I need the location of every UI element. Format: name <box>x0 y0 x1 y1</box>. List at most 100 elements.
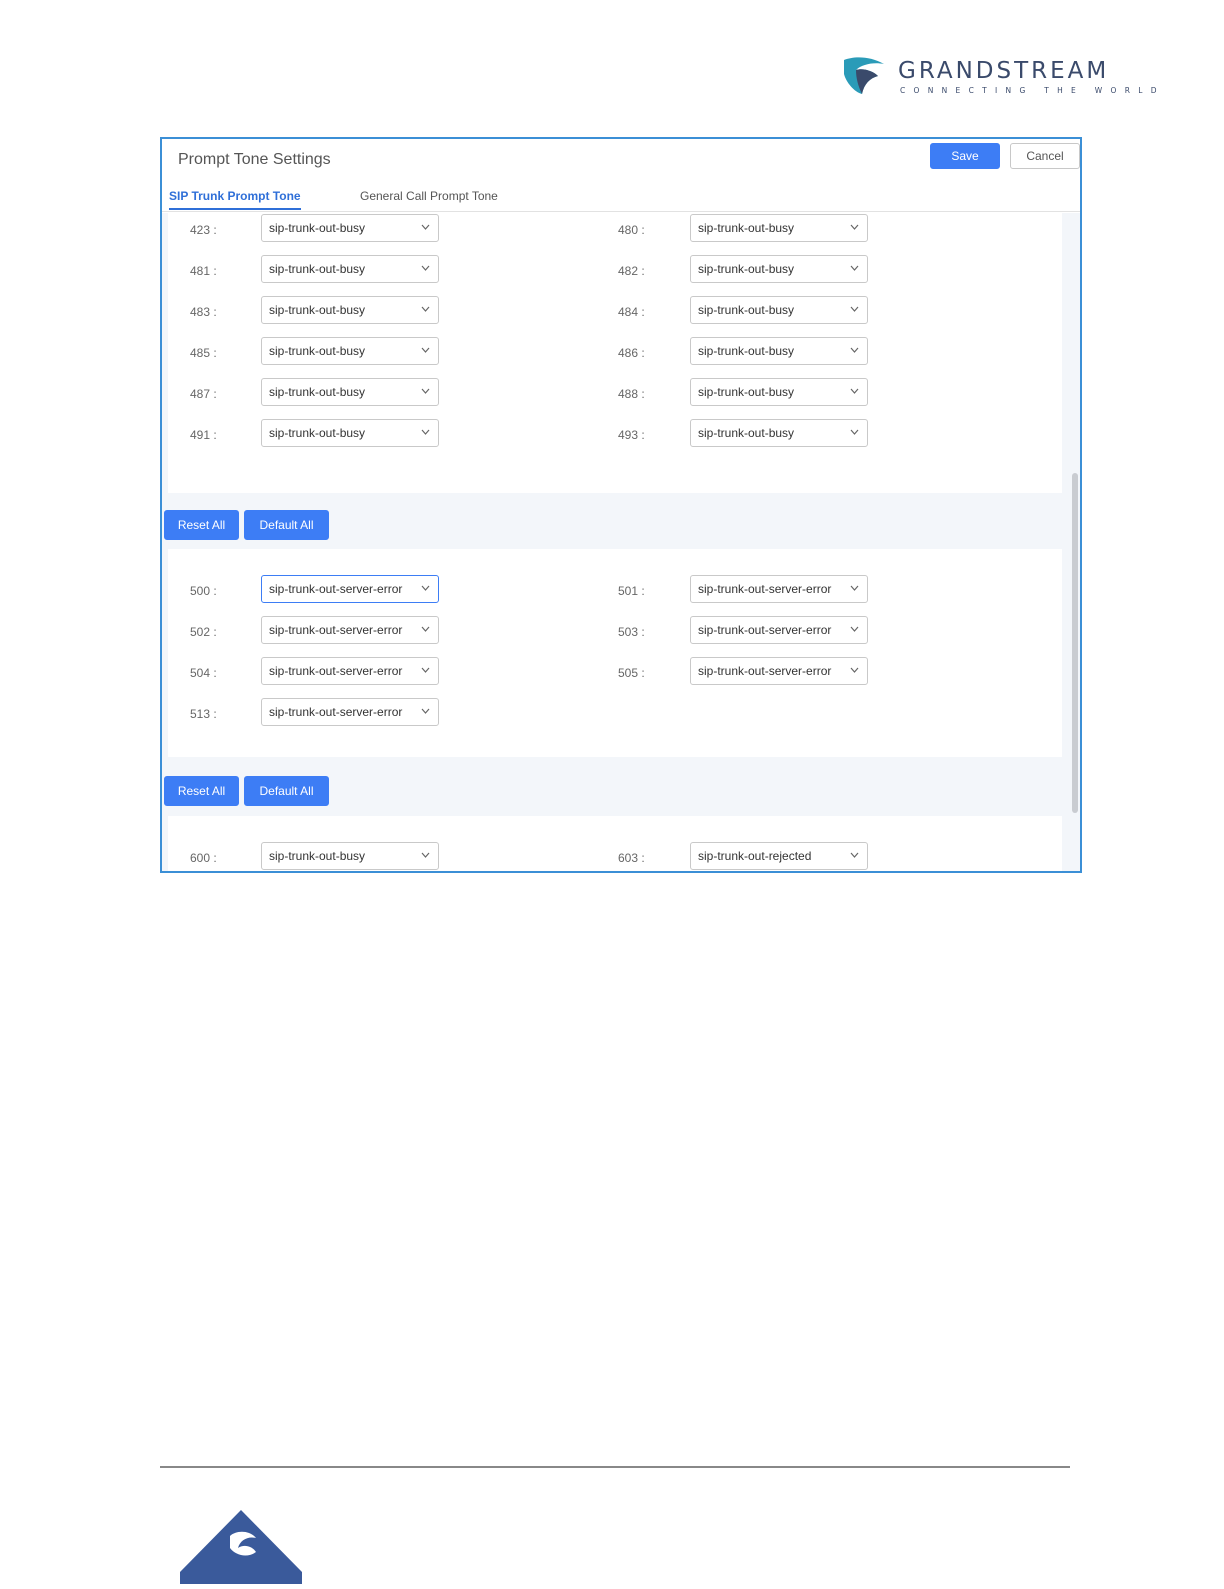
tone-select[interactable]: sip-trunk-out-busy <box>261 255 439 283</box>
chevron-down-icon <box>850 852 859 858</box>
code-label: 603 : <box>618 851 645 865</box>
scrollbar-thumb[interactable] <box>1072 473 1078 813</box>
select-value: sip-trunk-out-server-error <box>698 664 832 678</box>
select-value: sip-trunk-out-busy <box>269 849 366 863</box>
code-label: 491 : <box>190 428 217 442</box>
select-value: sip-trunk-out-busy <box>269 344 366 358</box>
panel-4xx: 423 : sip-trunk-out-busy 480 : sip-trunk… <box>168 213 1062 493</box>
select-value: sip-trunk-out-busy <box>698 385 795 399</box>
chevron-down-icon <box>850 224 859 230</box>
code-label: 484 : <box>618 305 645 319</box>
code-label: 493 : <box>618 428 645 442</box>
chevron-down-icon <box>850 388 859 394</box>
default-all-button[interactable]: Default All <box>244 510 329 540</box>
chevron-down-icon <box>850 585 859 591</box>
code-label: 501 : <box>618 584 645 598</box>
select-value: sip-trunk-out-busy <box>269 303 366 317</box>
tone-select[interactable]: sip-trunk-out-busy <box>261 337 439 365</box>
grandstream-logo: GRANDSTREAM CONNECTING THE WORLD <box>840 56 1170 100</box>
tone-select[interactable]: sip-trunk-out-busy <box>261 419 439 447</box>
footer-divider <box>160 1466 1070 1468</box>
chevron-down-icon <box>421 347 430 353</box>
chevron-down-icon <box>421 265 430 271</box>
chevron-down-icon <box>421 585 430 591</box>
code-label: 486 : <box>618 346 645 360</box>
tone-select[interactable]: sip-trunk-out-busy <box>690 419 868 447</box>
select-value: sip-trunk-out-busy <box>269 385 366 399</box>
select-value: sip-trunk-out-server-error <box>269 623 403 637</box>
code-label: 504 : <box>190 666 217 680</box>
dialog-title: Prompt Tone Settings <box>178 151 331 168</box>
select-value: sip-trunk-out-busy <box>269 221 366 235</box>
code-label: 600 : <box>190 851 217 865</box>
tone-select[interactable]: sip-trunk-out-busy <box>690 296 868 324</box>
chevron-down-icon <box>850 347 859 353</box>
tone-select[interactable]: sip-trunk-out-busy <box>690 378 868 406</box>
chevron-down-icon <box>421 224 430 230</box>
tone-select[interactable]: sip-trunk-out-busy <box>261 842 439 870</box>
tone-select[interactable]: sip-trunk-out-server-error <box>690 616 868 644</box>
brand-tagline: CONNECTING THE WORLD <box>900 86 1165 95</box>
chevron-down-icon <box>850 429 859 435</box>
prompt-tone-settings-dialog: Prompt Tone Settings Save Cancel SIP Tru… <box>160 137 1082 873</box>
default-all-button[interactable]: Default All <box>244 776 329 806</box>
chevron-down-icon <box>421 708 430 714</box>
chevron-down-icon <box>421 626 430 632</box>
tone-select[interactable]: sip-trunk-out-server-error <box>261 698 439 726</box>
chevron-down-icon <box>850 306 859 312</box>
tone-select[interactable]: sip-trunk-out-server-error <box>261 616 439 644</box>
tone-select[interactable]: sip-trunk-out-busy <box>690 337 868 365</box>
tone-select[interactable]: sip-trunk-out-busy <box>690 255 868 283</box>
settings-content: 423 : sip-trunk-out-busy 480 : sip-trunk… <box>162 213 1080 871</box>
save-button[interactable]: Save <box>930 143 1000 169</box>
chevron-down-icon <box>421 429 430 435</box>
chevron-down-icon <box>850 265 859 271</box>
tone-select[interactable]: sip-trunk-out-busy <box>261 214 439 242</box>
select-value: sip-trunk-out-server-error <box>269 705 403 719</box>
reset-all-button[interactable]: Reset All <box>164 776 239 806</box>
grandstream-triangle-logo-icon <box>180 1510 302 1584</box>
code-label: 487 : <box>190 387 217 401</box>
brand-name: GRANDSTREAM <box>898 58 1110 84</box>
chevron-down-icon <box>850 667 859 673</box>
select-value: sip-trunk-out-server-error <box>269 664 403 678</box>
grandstream-logo-icon <box>844 57 884 94</box>
code-label: 488 : <box>618 387 645 401</box>
tone-select[interactable]: sip-trunk-out-server-error <box>261 575 439 603</box>
tone-select[interactable]: sip-trunk-out-server-error <box>690 575 868 603</box>
select-value: sip-trunk-out-rejected <box>698 849 812 863</box>
tone-select[interactable]: sip-trunk-out-busy <box>261 296 439 324</box>
tab-general-call-prompt-tone[interactable]: General Call Prompt Tone <box>360 189 498 208</box>
reset-all-button[interactable]: Reset All <box>164 510 239 540</box>
tone-select[interactable]: sip-trunk-out-busy <box>690 214 868 242</box>
code-label: 423 : <box>190 223 217 237</box>
tone-select[interactable]: sip-trunk-out-server-error <box>261 657 439 685</box>
code-label: 503 : <box>618 625 645 639</box>
select-value: sip-trunk-out-busy <box>698 221 795 235</box>
chevron-down-icon <box>850 626 859 632</box>
code-label: 500 : <box>190 584 217 598</box>
select-value: sip-trunk-out-busy <box>698 262 795 276</box>
tone-select[interactable]: sip-trunk-out-busy <box>261 378 439 406</box>
select-value: sip-trunk-out-busy <box>269 262 366 276</box>
select-value: sip-trunk-out-server-error <box>269 582 403 596</box>
select-value: sip-trunk-out-server-error <box>698 582 832 596</box>
panel-5xx: 500 : sip-trunk-out-server-error 501 : s… <box>168 549 1062 757</box>
select-value: sip-trunk-out-busy <box>698 344 795 358</box>
select-value: sip-trunk-out-busy <box>698 426 795 440</box>
code-label: 480 : <box>618 223 645 237</box>
code-label: 505 : <box>618 666 645 680</box>
footer-logo <box>180 1510 302 1589</box>
code-label: 502 : <box>190 625 217 639</box>
select-value: sip-trunk-out-busy <box>269 426 366 440</box>
cancel-button[interactable]: Cancel <box>1010 143 1080 169</box>
tone-select[interactable]: sip-trunk-out-rejected <box>690 842 868 870</box>
chevron-down-icon <box>421 667 430 673</box>
code-label: 482 : <box>618 264 645 278</box>
tab-sip-trunk-prompt-tone[interactable]: SIP Trunk Prompt Tone <box>169 189 301 210</box>
panel-6xx: 600 : sip-trunk-out-busy 603 : sip-trunk… <box>168 816 1062 871</box>
code-label: 513 : <box>190 707 217 721</box>
tone-select[interactable]: sip-trunk-out-server-error <box>690 657 868 685</box>
code-label: 485 : <box>190 346 217 360</box>
code-label: 481 : <box>190 264 217 278</box>
